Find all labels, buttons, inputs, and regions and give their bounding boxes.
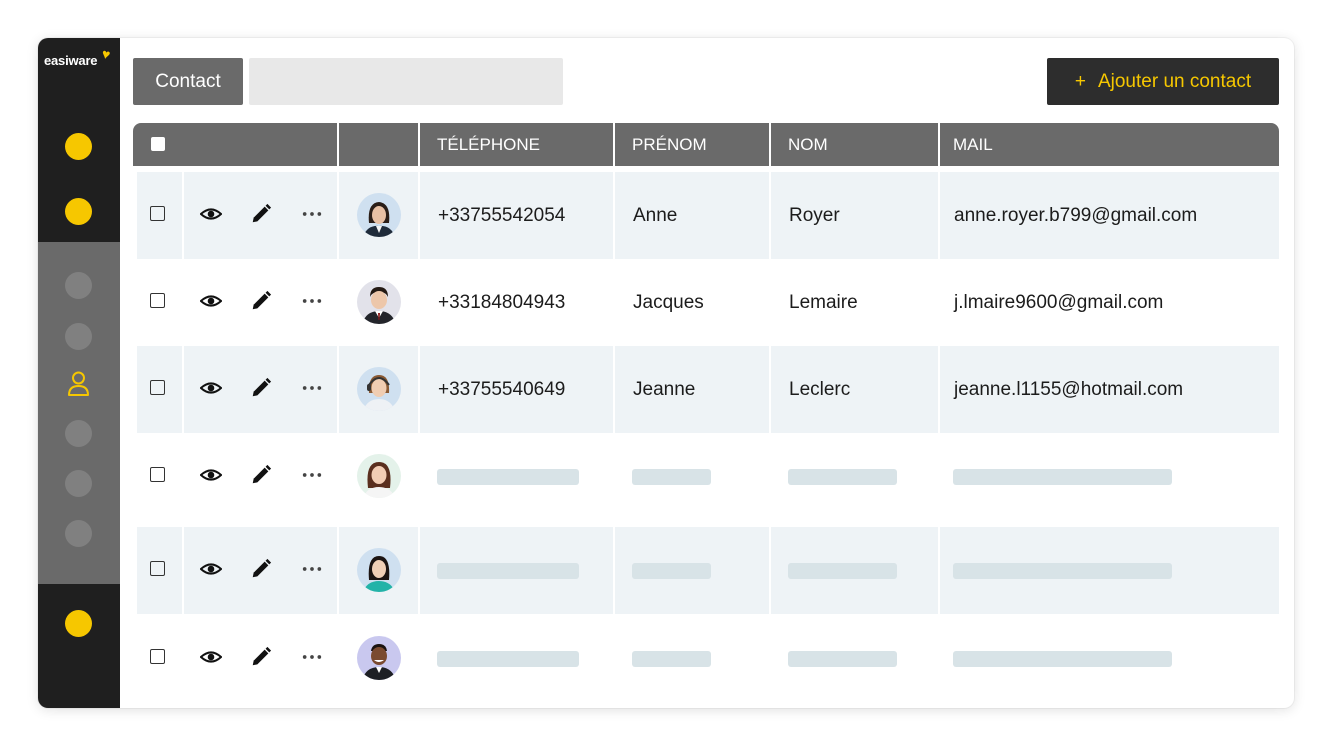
tab-contact[interactable]: Contact	[133, 58, 243, 105]
cell-mail[interactable]: j.lmaire9600@gmail.com	[954, 259, 1163, 346]
sidebar-item-4[interactable]	[65, 323, 92, 350]
pencil-icon[interactable]	[250, 646, 272, 668]
eye-icon[interactable]	[200, 377, 222, 399]
select-all-checkbox[interactable]	[151, 137, 165, 151]
cell-mail[interactable]: anne.royer.b799@gmail.com	[954, 172, 1197, 259]
cell-prenom: Jeanne	[633, 378, 696, 400]
cell-nom: Lemaire	[789, 291, 858, 313]
placeholder-telephone	[437, 469, 579, 485]
row-checkbox[interactable]	[150, 206, 165, 221]
sidebar-item-1[interactable]	[65, 133, 92, 160]
more-icon[interactable]	[301, 203, 323, 225]
placeholder-telephone	[437, 651, 579, 667]
table-row[interactable]: +33184804943 Jacques Lemaire j.lmaire960…	[137, 259, 1279, 346]
pencil-icon[interactable]	[250, 558, 272, 580]
search-input[interactable]	[249, 58, 563, 105]
sidebar-item-6[interactable]	[65, 420, 92, 447]
table-row[interactable]	[137, 615, 1279, 702]
header-prenom[interactable]: PRÉNOM	[632, 123, 707, 166]
placeholder-prenom	[632, 651, 711, 667]
table-row[interactable]	[137, 527, 1279, 614]
table-row[interactable]: +33755540649 Jeanne Leclerc jeanne.l1155…	[137, 346, 1279, 433]
sidebar-item-7[interactable]	[65, 470, 92, 497]
user-icon	[68, 371, 89, 396]
row-checkbox[interactable]	[150, 649, 165, 664]
pencil-icon[interactable]	[250, 290, 272, 312]
table-row[interactable]	[137, 433, 1279, 520]
more-icon[interactable]	[301, 646, 323, 668]
header-telephone[interactable]: TÉLÉPHONE	[437, 123, 540, 166]
table-row[interactable]: +33755542054 Anne Royer anne.royer.b799@…	[137, 172, 1279, 259]
add-contact-button[interactable]: + Ajouter un contact	[1047, 58, 1279, 105]
eye-icon[interactable]	[200, 203, 222, 225]
row-checkbox[interactable]	[150, 293, 165, 308]
logo-text: easiware	[44, 53, 98, 68]
sidebar-item-bottom[interactable]	[65, 610, 92, 637]
avatar	[357, 454, 401, 498]
avatar	[357, 367, 401, 411]
row-checkbox[interactable]	[150, 467, 165, 482]
placeholder-mail	[953, 469, 1172, 485]
eye-icon[interactable]	[200, 464, 222, 486]
logo: easiware ♥	[44, 45, 116, 74]
row-checkbox[interactable]	[150, 380, 165, 395]
placeholder-mail	[953, 651, 1172, 667]
placeholder-prenom	[632, 563, 711, 579]
header-nom[interactable]: NOM	[788, 123, 828, 166]
sidebar-item-8[interactable]	[65, 520, 92, 547]
app-window: easiware ♥ Contact + Ajouter un contact	[38, 38, 1294, 708]
placeholder-prenom	[632, 469, 711, 485]
cell-telephone: +33755542054	[438, 204, 566, 226]
sidebar-item-2[interactable]	[65, 198, 92, 225]
plus-icon: +	[1074, 70, 1086, 92]
sidebar-item-3[interactable]	[65, 272, 92, 299]
pencil-icon[interactable]	[250, 203, 272, 225]
cell-telephone: +33755540649	[438, 378, 566, 400]
table-header: TÉLÉPHONE PRÉNOM NOM MAIL	[133, 123, 1279, 166]
pencil-icon[interactable]	[250, 464, 272, 486]
avatar	[357, 280, 401, 324]
more-icon[interactable]	[301, 558, 323, 580]
placeholder-nom	[788, 563, 897, 579]
cell-nom: Royer	[789, 204, 840, 226]
sidebar: easiware ♥	[38, 38, 120, 708]
placeholder-mail	[953, 563, 1172, 579]
avatar	[357, 636, 401, 680]
avatar	[357, 193, 401, 237]
pencil-icon[interactable]	[250, 377, 272, 399]
avatar	[357, 548, 401, 592]
eye-icon[interactable]	[200, 558, 222, 580]
placeholder-nom	[788, 651, 897, 667]
add-contact-label: Ajouter un contact	[1097, 70, 1252, 92]
placeholder-telephone	[437, 563, 579, 579]
eye-icon[interactable]	[200, 646, 222, 668]
header-mail[interactable]: MAIL	[953, 123, 993, 166]
cell-prenom: Jacques	[633, 291, 704, 313]
more-icon[interactable]	[301, 464, 323, 486]
sidebar-item-contacts[interactable]	[65, 369, 92, 399]
row-checkbox[interactable]	[150, 561, 165, 576]
eye-icon[interactable]	[200, 290, 222, 312]
cell-mail[interactable]: jeanne.l1155@hotmail.com	[954, 346, 1183, 433]
more-icon[interactable]	[301, 377, 323, 399]
placeholder-nom	[788, 469, 897, 485]
cell-nom: Leclerc	[789, 378, 851, 400]
cell-prenom: Anne	[633, 204, 678, 226]
cell-telephone: +33184804943	[438, 291, 566, 313]
logo-heart-icon: ♥	[100, 45, 112, 63]
more-icon[interactable]	[301, 290, 323, 312]
